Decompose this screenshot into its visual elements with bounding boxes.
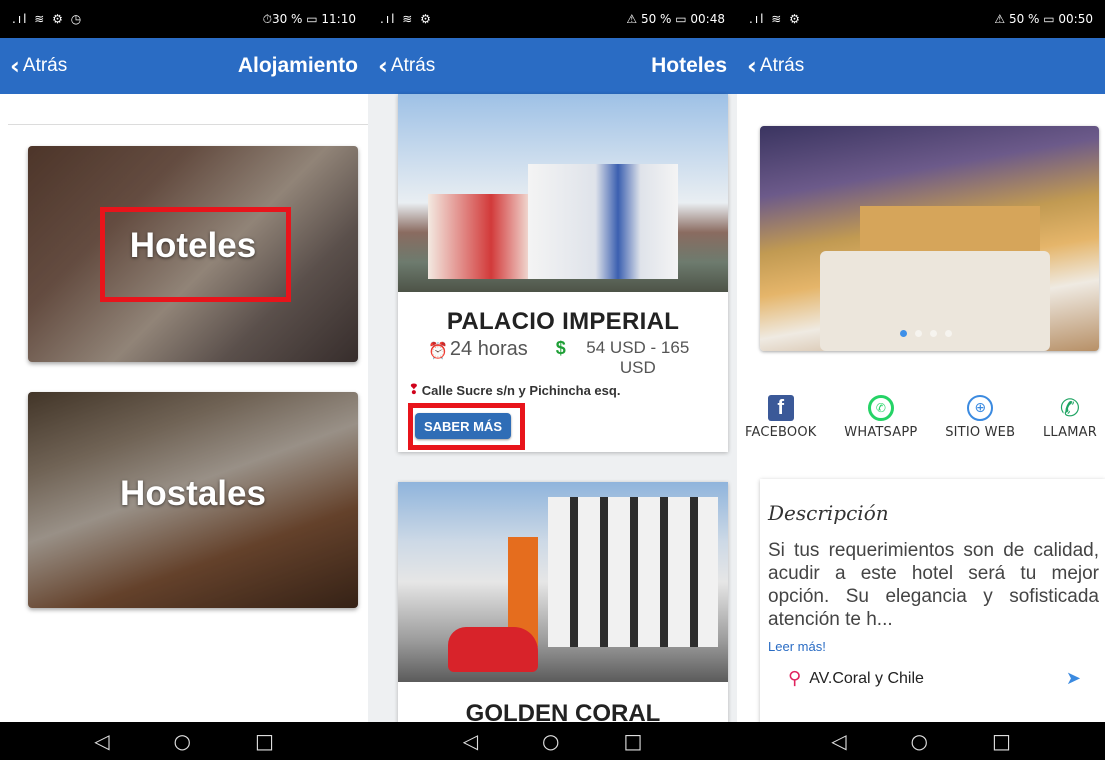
back-label: Atrás: [390, 55, 436, 76]
photo-building-main: [548, 497, 718, 647]
status-info: ⚠ 50 % ▭ 00:50: [994, 12, 1093, 26]
app-bar: ‹ Atrás Hoteles: [368, 38, 737, 94]
status-info: ⚠ 50 % ▭ 00:48: [626, 12, 725, 26]
chevron-left-icon: ‹: [10, 52, 20, 80]
photo-gallery[interactable]: [760, 126, 1099, 351]
call-button[interactable]: ✆ LLAMAR: [1042, 394, 1097, 440]
status-icons: .ıl ≋ ⚙ ◷: [12, 12, 84, 26]
status-bar: .ıl ≋ ⚙ ◷ ⏱30 % ▭ 11:10: [0, 0, 368, 38]
hotel-name: PALACIO IMPERIAL: [446, 308, 680, 335]
whatsapp-button[interactable]: ✆ WHATSAPP: [844, 395, 917, 440]
screen-alojamiento: .ıl ≋ ⚙ ◷ ⏱30 % ▭ 11:10 ‹ Atrás Alojamie…: [0, 0, 368, 760]
highlight-box-hoteles: [100, 207, 291, 302]
home-circle-icon[interactable]: ○: [542, 729, 559, 753]
photo-building-main: [528, 164, 678, 279]
whatsapp-icon: ✆: [867, 395, 894, 421]
gallery-dot[interactable]: [915, 330, 922, 337]
back-label: Atrás: [22, 55, 68, 76]
location-address: AV.Coral y Chile: [809, 669, 924, 687]
chevron-left-icon: ‹: [747, 52, 757, 80]
hotel-price: 54 USD - 165 USD: [586, 338, 690, 377]
back-button[interactable]: ‹ Atrás: [747, 52, 804, 80]
location-pin-icon: ⚲: [788, 668, 802, 689]
back-label: Atrás: [759, 55, 805, 76]
gallery-dots: [900, 330, 952, 337]
page-title: Hoteles: [651, 54, 727, 77]
recents-square-icon[interactable]: □: [992, 729, 1011, 753]
description-title: Descripción: [768, 501, 889, 525]
system-nav-bar: ◁ ○ □: [737, 722, 1105, 760]
read-more-link[interactable]: Leer más!: [768, 639, 1099, 654]
map-pin-icon: ❢: [408, 382, 420, 398]
facebook-button[interactable]: f FACEBOOK: [745, 395, 817, 440]
back-triangle-icon[interactable]: ◁: [831, 729, 846, 753]
home-circle-icon[interactable]: ○: [174, 729, 191, 753]
chevron-left-icon: ‹: [378, 52, 388, 80]
description-card: Descripción Si tus requerimientos son de…: [760, 479, 1105, 739]
location-row[interactable]: ⚲ AV.Coral y Chile ➤: [768, 668, 1099, 689]
status-info: ⏱30 % ▭ 11:10: [262, 11, 356, 26]
back-triangle-icon[interactable]: ◁: [94, 729, 109, 753]
social-label: WHATSAPP: [844, 425, 918, 440]
gallery-dot[interactable]: [930, 330, 937, 337]
category-card-hostales[interactable]: Hostales: [28, 392, 358, 608]
social-label: FACEBOOK: [745, 425, 817, 440]
app-bar: ‹ Atrás: [737, 38, 1105, 94]
hotel-photo: [398, 94, 728, 292]
status-bar: .ıl ≋ ⚙ ⚠ 50 % ▭ 00:50: [737, 0, 1105, 38]
app-bar: ‹ Atrás Alojamiento: [0, 38, 368, 94]
globe-icon: ⊕: [967, 395, 994, 421]
status-icons: .ıl ≋ ⚙: [380, 12, 433, 26]
screen-hoteles: .ıl ≋ ⚙ ⚠ 50 % ▭ 00:48 ‹ Atrás Hoteles P…: [368, 0, 737, 760]
divider: [8, 124, 368, 125]
home-circle-icon[interactable]: ○: [911, 729, 928, 753]
status-bar: .ıl ≋ ⚙ ⚠ 50 % ▭ 00:48: [368, 0, 737, 38]
screen-hotel-detail: .ıl ≋ ⚙ ⚠ 50 % ▭ 00:50 ‹ Atrás f FACEBOO…: [737, 0, 1105, 760]
status-icons: .ıl ≋ ⚙: [749, 12, 802, 26]
gallery-dot-active[interactable]: [900, 330, 907, 337]
hotel-address: Calle Sucre s/n y Pichincha esq.: [421, 382, 621, 398]
dollar-icon: $: [555, 338, 566, 358]
highlight-box-saber-mas: [408, 403, 525, 450]
gallery-dot[interactable]: [945, 330, 952, 337]
social-actions: f FACEBOOK ✆ WHATSAPP ⊕ SITIO WEB ✆ LLAM…: [745, 394, 1105, 440]
hotel-photo: [398, 482, 728, 682]
photo-building-left: [428, 194, 533, 279]
website-button[interactable]: ⊕ SITIO WEB: [945, 395, 1015, 440]
hotel-address-row: ❢ Calle Sucre s/n y Pichincha esq.: [408, 382, 728, 398]
social-label: LLAMAR: [1042, 425, 1097, 440]
back-button[interactable]: ‹ Atrás: [378, 52, 435, 80]
social-label: SITIO WEB: [945, 425, 1016, 440]
phone-icon: ✆: [1059, 394, 1081, 422]
back-button[interactable]: ‹ Atrás: [10, 52, 67, 80]
hotel-meta: ⏰ 24 horas $ 54 USD - 165 USD: [398, 338, 728, 378]
hotel-hours: 24 horas: [449, 338, 528, 360]
back-triangle-icon[interactable]: ◁: [463, 729, 478, 753]
hotel-card[interactable]: PALACIO IMPERIAL ⏰ 24 horas $ 54 USD - 1…: [398, 94, 728, 452]
category-label: Hostales: [120, 474, 266, 513]
alarm-clock-icon: ⏰: [428, 341, 448, 360]
description-text: Si tus requerimientos son de calidad, ac…: [768, 540, 1099, 630]
recents-square-icon[interactable]: □: [623, 729, 642, 753]
system-nav-bar: ◁ ○ □: [0, 722, 368, 760]
page-title: Alojamiento: [237, 54, 358, 77]
recents-square-icon[interactable]: □: [255, 729, 274, 753]
navigate-icon[interactable]: ➤: [1066, 668, 1081, 689]
photo-red-car: [448, 627, 538, 672]
hotel-card[interactable]: GOLDEN CORAL: [398, 482, 728, 732]
facebook-icon: f: [767, 395, 794, 421]
system-nav-bar: ◁ ○ □: [368, 722, 737, 760]
